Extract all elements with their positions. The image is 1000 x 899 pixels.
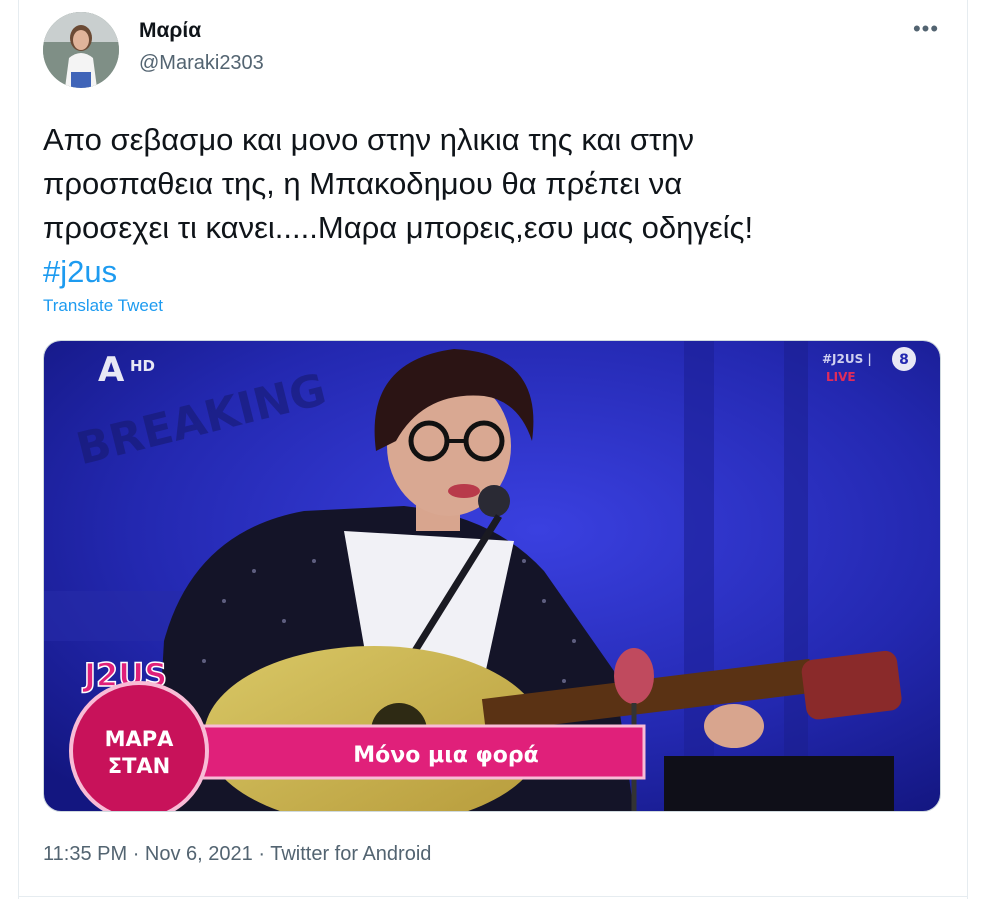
tweet-meta: 11:35 PM · Nov 6, 2021 · Twitter for And…	[43, 843, 431, 866]
tweet-source[interactable]: Twitter for Android	[270, 843, 431, 865]
user-handle[interactable]: @Maraki2303	[139, 52, 264, 75]
meta-separator: ·	[258, 843, 266, 865]
live-badge: LIVE	[826, 370, 856, 384]
rating-label: 8	[899, 352, 909, 368]
divider	[19, 896, 967, 897]
song-title: Μόνο μια φορά	[353, 743, 539, 768]
corner-hashtag: #J2US |	[822, 352, 872, 366]
avatar[interactable]	[43, 12, 119, 88]
tweet-date[interactable]: Nov 6, 2021	[145, 843, 253, 865]
tweet-media-image[interactable]: BREAKING A HD #J2US | LIVE 8 J2US Μόνο μ…	[43, 340, 941, 812]
tv-screenshot: BREAKING A HD #J2US | LIVE 8 J2US Μόνο μ…	[44, 341, 940, 811]
tweet-card: Μαρία @Maraki2303 ••• Απο σεβασμο και μο…	[18, 0, 968, 899]
meta-separator: ·	[132, 843, 140, 865]
hashtag-link[interactable]: #j2us	[43, 254, 117, 289]
more-options-button[interactable]: •••	[911, 18, 941, 48]
translate-tweet-link[interactable]: Translate Tweet	[43, 296, 163, 316]
artist-name-line1: ΜΑΡΑ	[105, 727, 175, 751]
svg-text:HD: HD	[130, 357, 155, 375]
tweet-text: Απο σεβασμο και μονο στην ηλικια της και…	[43, 118, 923, 294]
display-name[interactable]: Μαρία	[139, 19, 201, 43]
tweet-text-line: προσεχει τι κανει.....Μαρα μπορεις,εσυ μ…	[43, 210, 754, 245]
tweet-text-line: Απο σεβασμο και μονο στην ηλικια της και…	[43, 122, 695, 157]
more-horizontal-icon: •••	[912, 16, 940, 41]
artist-name-line2: ΣΤΑΝ	[108, 754, 171, 778]
tweet-text-line: προσπαθεια της, η Μπακοδημου θα πρέπει ν…	[43, 166, 683, 201]
tweet-time[interactable]: 11:35 PM	[43, 843, 127, 865]
svg-text:A: A	[98, 350, 125, 390]
avatar-image	[43, 12, 119, 88]
